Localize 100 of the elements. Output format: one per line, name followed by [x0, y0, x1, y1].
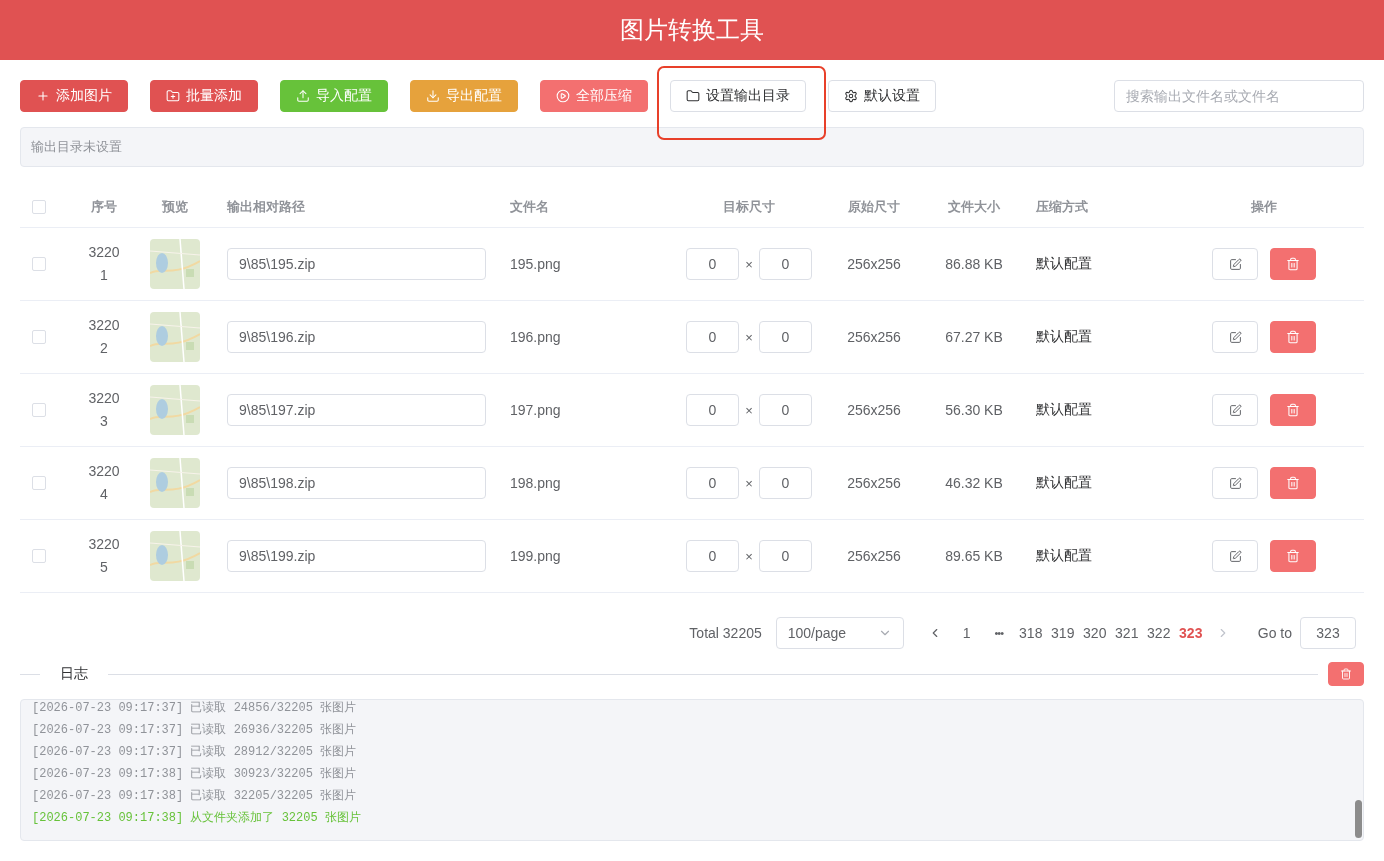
file-size: 56.30 KB [945, 402, 1003, 418]
page-button[interactable]: 319 [1046, 617, 1079, 649]
height-input[interactable]: 0 [759, 394, 812, 426]
goto-input[interactable]: 323 [1300, 617, 1356, 649]
checkbox[interactable] [32, 476, 46, 490]
path-input[interactable]: 9\85\199.zip [227, 540, 486, 572]
trash-icon [1286, 330, 1300, 344]
path-input[interactable]: 9\85\195.zip [227, 248, 486, 280]
edit-button[interactable] [1212, 467, 1258, 499]
edit-icon [1228, 330, 1242, 344]
compression-mode: 默认配置 [1036, 547, 1092, 565]
width-input[interactable]: 0 [686, 467, 739, 499]
batch-add-button[interactable]: 批量添加 [150, 80, 258, 112]
height-input[interactable]: 0 [759, 467, 812, 499]
delete-button[interactable] [1270, 467, 1316, 499]
page-button[interactable]: 320 [1078, 617, 1111, 649]
height-input[interactable]: 0 [759, 321, 812, 353]
map-thumbnail [150, 239, 200, 289]
delete-button[interactable] [1270, 394, 1316, 426]
width-input[interactable]: 0 [686, 394, 739, 426]
edit-button[interactable] [1212, 540, 1258, 572]
height-input[interactable]: 0 [759, 540, 812, 572]
column-header: 文件大小 [948, 198, 1000, 216]
row-number: 32201 [87, 243, 121, 285]
times-sign: × [744, 548, 754, 564]
file-name: 199.png [510, 548, 561, 564]
download-icon [426, 89, 440, 103]
scrollbar-thumb[interactable] [1355, 800, 1362, 838]
log-line: [2026-07-23 09:17:37] 已读取 24856/32205 张图片 [32, 700, 357, 717]
page-button[interactable]: 318 [1014, 617, 1047, 649]
folder-icon [686, 89, 700, 103]
folder-plus-icon [166, 89, 180, 103]
times-sign: × [744, 256, 754, 272]
more-pages-button[interactable]: ••• [982, 617, 1015, 649]
log-line: [2026-07-23 09:17:38] 已读取 32205/32205 张图片 [32, 788, 357, 805]
page-button[interactable]: 1 [950, 617, 983, 649]
height-input[interactable]: 0 [759, 248, 812, 280]
checkbox[interactable] [32, 549, 46, 563]
trash-icon [1286, 257, 1300, 271]
edit-button[interactable] [1212, 248, 1258, 280]
delete-button[interactable] [1270, 248, 1316, 280]
original-size: 256x256 [847, 329, 901, 345]
trash-icon [1286, 403, 1300, 417]
original-size: 256x256 [847, 548, 901, 564]
file-size: 46.32 KB [945, 475, 1003, 491]
file-size: 67.27 KB [945, 329, 1003, 345]
width-input[interactable]: 0 [686, 248, 739, 280]
row-number: 32204 [87, 462, 121, 504]
upload-icon [296, 89, 310, 103]
default-settings-button[interactable]: 默认设置 [828, 80, 936, 112]
map-thumbnail [150, 458, 200, 508]
path-input[interactable]: 9\85\196.zip [227, 321, 486, 353]
path-input[interactable]: 9\85\197.zip [227, 394, 486, 426]
row-number: 32205 [87, 535, 121, 577]
app-title: 图片转换工具 [620, 15, 764, 45]
search-field[interactable]: 搜索输出文件名或文件名 [1114, 80, 1364, 112]
total-count: Total 32205 [689, 625, 762, 641]
page-button[interactable]: 322 [1142, 617, 1175, 649]
path-input[interactable]: 9\85\198.zip [227, 467, 486, 499]
output-folder-button[interactable]: 设置输出目录 [670, 80, 806, 112]
compression-mode: 默认配置 [1036, 474, 1092, 492]
checkbox[interactable] [32, 330, 46, 344]
play-circle-icon [556, 89, 570, 103]
add-image-button[interactable]: 添加图片 [20, 80, 128, 112]
map-thumbnail [150, 385, 200, 435]
plus-icon [36, 89, 50, 103]
edit-icon [1228, 476, 1242, 490]
file-name: 195.png [510, 256, 561, 272]
output-dir-text: 输出目录未设置 [31, 138, 122, 156]
edit-button[interactable] [1212, 321, 1258, 353]
page-size-select[interactable]: 100/page [775, 617, 904, 649]
trash-icon [1340, 668, 1352, 680]
delete-button[interactable] [1270, 321, 1316, 353]
times-sign: × [744, 475, 754, 491]
checkbox[interactable] [32, 403, 46, 417]
edit-button[interactable] [1212, 394, 1258, 426]
edit-icon [1228, 257, 1242, 271]
file-name: 198.png [510, 475, 561, 491]
edit-icon [1228, 403, 1242, 417]
settings-icon [844, 89, 858, 103]
checkbox[interactable] [32, 200, 46, 214]
column-header: 输出相对路径 [227, 198, 305, 216]
map-thumbnail [150, 531, 200, 581]
column-header: 操作 [1251, 198, 1277, 216]
clear-log-button[interactable] [1328, 662, 1364, 686]
log-line: [2026-07-23 09:17:37] 已读取 26936/32205 张图片 [32, 722, 357, 739]
page-button[interactable]: 323 [1174, 617, 1207, 649]
column-header: 文件名 [510, 198, 549, 216]
page-button[interactable]: 321 [1110, 617, 1143, 649]
trash-icon [1286, 549, 1300, 563]
file-size: 89.65 KB [945, 548, 1003, 564]
width-input[interactable]: 0 [686, 321, 739, 353]
checkbox[interactable] [32, 257, 46, 271]
width-input[interactable]: 0 [686, 540, 739, 572]
file-name: 196.png [510, 329, 561, 345]
original-size: 256x256 [847, 256, 901, 272]
delete-button[interactable] [1270, 540, 1316, 572]
log-line: [2026-07-23 09:17:38] 从文件夹添加了 32205 张图片 [32, 810, 361, 827]
column-header: 预览 [162, 198, 188, 216]
original-size: 256x256 [847, 475, 901, 491]
